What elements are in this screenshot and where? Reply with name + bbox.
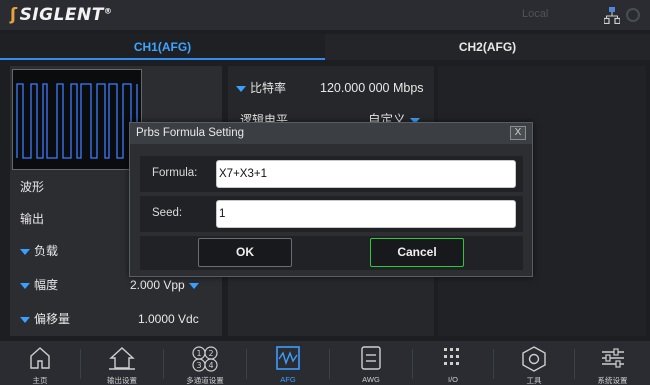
afg-waveform-icon (276, 346, 300, 370)
formula-input[interactable]: X7+X3+1 (216, 160, 516, 188)
io-icon (444, 348, 459, 365)
nav-io[interactable]: I/O (413, 341, 493, 385)
nav-system-settings[interactable]: 系统设置 (575, 341, 650, 385)
seed-label: Seed: (152, 207, 183, 219)
awg-icon (361, 346, 381, 370)
formula-label: Formula: (152, 167, 198, 179)
dropdown-triangle-icon (20, 248, 30, 255)
prbs-waveform-graphic (16, 83, 138, 159)
nav-home[interactable]: 主页 (0, 341, 80, 385)
dialog-button-row: OK Cancel (140, 236, 523, 270)
dropdown-triangle-icon (20, 282, 30, 289)
dropdown-triangle-icon (20, 316, 30, 323)
cancel-button[interactable]: Cancel (370, 238, 464, 267)
tools-icon (522, 346, 546, 372)
dropdown-triangle-icon (236, 85, 246, 92)
waveform-preview (12, 69, 142, 170)
close-button[interactable]: X (510, 126, 526, 140)
output-icon (109, 347, 135, 370)
clock-icon[interactable] (626, 8, 640, 22)
bottom-navigation: 主页 输出设置 1 2 3 4 多通道设置 AFG AWG I/O 工具 系统设… (0, 341, 650, 385)
nav-tools[interactable]: 工具 (494, 341, 574, 385)
ok-button[interactable]: OK (198, 238, 292, 267)
svg-text:4: 4 (208, 361, 213, 370)
nav-awg[interactable]: AWG (330, 341, 412, 385)
nav-multichannel[interactable]: 1 2 3 4 多通道设置 (164, 341, 246, 385)
tab-ch2[interactable]: CH2(AFG) (325, 34, 650, 60)
network-icon[interactable] (604, 6, 620, 24)
param-offset[interactable]: 偏移量 1.0000 Vdc (10, 305, 222, 334)
prbs-formula-dialog: Prbs Formula Setting X Formula: X7+X3+1 … (129, 122, 533, 277)
unit-dropdown-icon[interactable] (188, 282, 199, 289)
svg-text:3: 3 (196, 361, 201, 370)
channel-tabs: CH1(AFG) CH2(AFG) (0, 34, 650, 60)
seed-row: Seed: 1 (140, 196, 523, 232)
formula-row: Formula: X7+X3+1 (140, 156, 523, 192)
siglent-logo: ʃ SIGLENT® (10, 5, 113, 25)
nav-output-settings[interactable]: 输出设置 (81, 341, 163, 385)
settings-icon (601, 348, 624, 368)
tab-ch1[interactable]: CH1(AFG) (0, 34, 325, 60)
param-bitrate[interactable]: 比特率 120.000 000 Mbps (228, 74, 434, 102)
svg-text:1: 1 (196, 349, 201, 358)
home-icon (30, 347, 50, 369)
top-bar: ʃ SIGLENT® Local (0, 0, 650, 30)
dialog-title: Prbs Formula Setting X (130, 123, 532, 144)
nav-afg[interactable]: AFG (247, 341, 329, 385)
multichannel-icon: 1 2 3 4 (192, 346, 218, 372)
svg-text:2: 2 (208, 349, 213, 358)
remote-status-label: Local (522, 8, 549, 20)
seed-input[interactable]: 1 (216, 200, 516, 228)
